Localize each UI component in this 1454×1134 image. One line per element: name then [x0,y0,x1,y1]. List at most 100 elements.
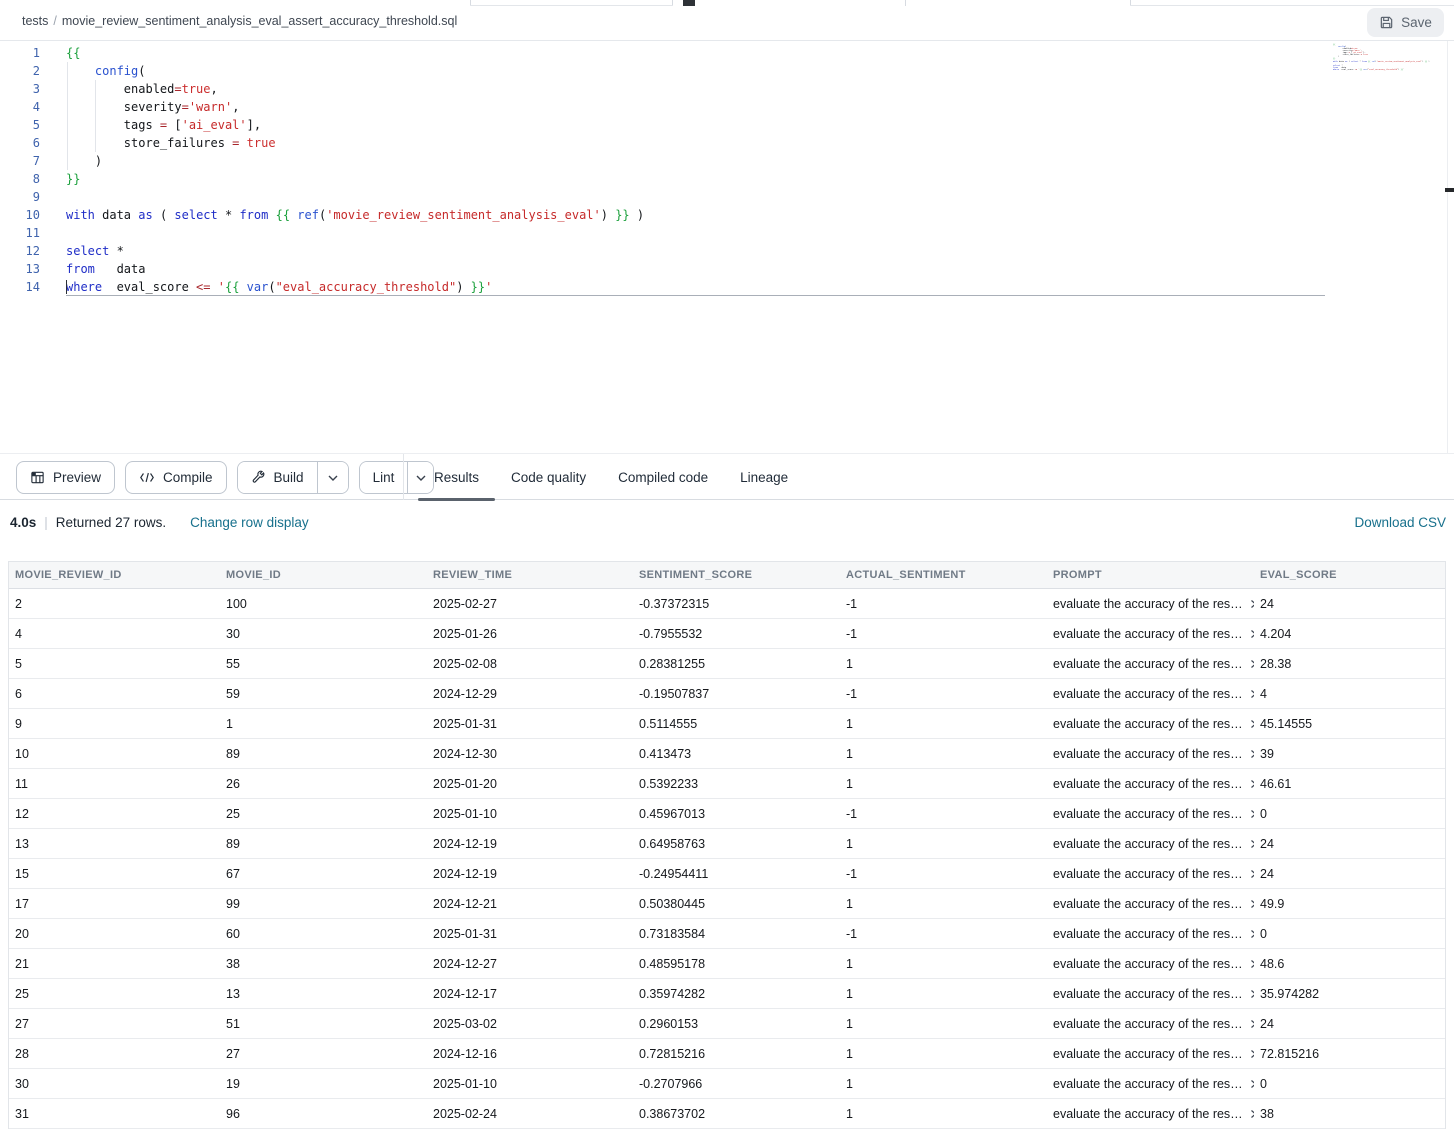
table-row[interactable]: 31962025-02-240.386737021evaluate the ac… [9,1099,1445,1129]
tab-lineage[interactable]: Lineage [724,454,804,500]
cell-movie-review-id: 12 [9,807,220,821]
tab-compiled-code[interactable]: Compiled code [602,454,724,500]
code-line-5[interactable]: tags = ['ai_eval'], [66,116,1325,134]
table-row[interactable]: 21382024-12-270.485951781evaluate the ac… [9,949,1445,979]
code-token: data [1338,61,1345,63]
code-area[interactable]: {{ config( enabled=true, severity='warn'… [66,44,1325,296]
change-row-display-link[interactable]: Change row display [190,515,309,530]
table-row[interactable]: 15672024-12-19-0.24954411-1evaluate the … [9,859,1445,889]
cell-prompt: evaluate the accuracy of the res… [1047,657,1254,671]
cell-actual-sentiment: 1 [840,777,1047,791]
table-row[interactable]: 30192025-01-10-0.27079661evaluate the ac… [9,1069,1445,1099]
code-token: true [182,82,211,96]
column-header-eval-score[interactable]: EVAL_SCORE [1254,569,1445,581]
cell-eval-score: 24 [1254,1017,1445,1031]
table-row[interactable]: 10892024-12-300.4134731evaluate the accu… [9,739,1445,769]
table-row[interactable]: 912025-01-310.51145551evaluate the accur… [9,709,1445,739]
code-token: }} [615,208,629,222]
build-dropdown-toggle[interactable] [317,462,348,493]
cell-actual-sentiment: -1 [840,687,1047,701]
lint-button[interactable]: Lint [360,462,408,493]
scrollbar-marker[interactable] [1445,188,1454,192]
cell-prompt: evaluate the accuracy of the res… [1047,1047,1254,1061]
code-brackets-icon [139,471,155,484]
table-row[interactable]: 6592024-12-29-0.19507837-1evaluate the a… [9,679,1445,709]
code-line-2[interactable]: config( [66,62,1325,80]
table-row[interactable]: 17992024-12-210.503804451evaluate the ac… [9,889,1445,919]
status-separator: | [36,515,56,530]
results-table: MOVIE_REVIEW_ID MOVIE_ID REVIEW_TIME SEN… [8,561,1446,1129]
cell-eval-score: 48.6 [1254,957,1445,971]
sql-code-editor[interactable]: 1234567891011121314 {{ config( enabled=t… [0,41,1454,453]
column-header-review-time[interactable]: REVIEW_TIME [427,569,633,581]
save-button[interactable]: Save [1367,8,1444,37]
cell-eval-score: 0 [1254,807,1445,821]
cell-actual-sentiment: 1 [840,837,1047,851]
column-header-movie-id[interactable]: MOVIE_ID [220,569,427,581]
table-row[interactable]: 13892024-12-190.649587631evaluate the ac… [9,829,1445,859]
code-token [211,280,218,294]
code-token: 'warn' [189,100,232,114]
minimap-line: where eval_score <= '{{ var("eval_accura… [1333,70,1445,72]
table-row[interactable]: 21002025-02-27-0.37372315-1evaluate the … [9,589,1445,619]
cell-actual-sentiment: 1 [840,717,1047,731]
column-header-sentiment-score[interactable]: SENTIMENT_SCORE [633,569,840,581]
column-header-movie-review-id[interactable]: MOVIE_REVIEW_ID [9,569,220,581]
code-line-7[interactable]: ) [66,152,1325,170]
code-line-3[interactable]: enabled=true, [66,80,1325,98]
code-token: ' [1403,69,1404,71]
compile-label: Compile [163,470,213,485]
cell-actual-sentiment: 1 [840,957,1047,971]
code-token: * [218,208,240,222]
table-row[interactable]: 20602025-01-310.73183584-1evaluate the a… [9,919,1445,949]
indent-guide [67,62,68,170]
cell-eval-score: 0 [1254,1077,1445,1091]
cell-review-time: 2024-12-27 [427,957,633,971]
code-line-12[interactable]: select * [66,242,1325,260]
minimap[interactable]: {{ config( enabled=true, severity='warn'… [1333,45,1445,72]
table-row[interactable]: 25132024-12-170.359742821evaluate the ac… [9,979,1445,1009]
code-line-13[interactable]: from data [66,260,1325,278]
cell-actual-sentiment: -1 [840,867,1047,881]
code-line-8[interactable]: }} [66,170,1325,188]
code-token: ' [485,280,492,294]
column-header-prompt[interactable]: PROMPT [1047,569,1254,581]
cell-sentiment-score: -0.37372315 [633,597,840,611]
breadcrumb-folder[interactable]: tests [22,14,48,28]
code-line-6[interactable]: store_failures = true [66,134,1325,152]
code-line-4[interactable]: severity='warn', [66,98,1325,116]
table-row[interactable]: 11262025-01-200.53922331evaluate the acc… [9,769,1445,799]
cell-actual-sentiment: 1 [840,1077,1047,1091]
cell-movie-review-id: 10 [9,747,220,761]
code-line-1[interactable]: {{ [66,44,1325,62]
table-row[interactable]: 28272024-12-160.728152161evaluate the ac… [9,1039,1445,1069]
table-row[interactable]: 5552025-02-080.283812551evaluate the acc… [9,649,1445,679]
tab-results[interactable]: Results [418,454,495,500]
editor-right-border [1447,41,1448,453]
cell-movie-review-id: 4 [9,627,220,641]
cell-movie-id: 27 [220,1047,427,1061]
build-button[interactable]: Build [238,462,317,493]
column-header-actual-sentiment[interactable]: ACTUAL_SENTIMENT [840,569,1047,581]
code-token: tags [66,118,160,132]
preview-button[interactable]: Preview [16,461,115,494]
code-token: ) [1427,61,1429,63]
download-csv-link[interactable]: Download CSV [1354,515,1446,530]
line-number: 1 [0,44,40,62]
line-number: 5 [0,116,40,134]
prompt-text: evaluate the accuracy of the res… [1053,1107,1243,1121]
code-line-14[interactable]: where eval_score <= '{{ var("eval_accura… [66,278,1325,296]
build-label: Build [274,470,304,485]
code-line-9[interactable] [66,188,1325,206]
cell-prompt: evaluate the accuracy of the res… [1047,867,1254,881]
compile-button[interactable]: Compile [125,461,227,494]
tab-code-quality[interactable]: Code quality [495,454,602,500]
table-row[interactable]: 12252025-01-100.45967013-1evaluate the a… [9,799,1445,829]
table-row[interactable]: 27512025-03-020.29601531evaluate the acc… [9,1009,1445,1039]
cell-eval-score: 4 [1254,687,1445,701]
code-line-10[interactable]: with data as ( select * from {{ ref('mov… [66,206,1325,224]
code-line-11[interactable] [66,224,1325,242]
cell-actual-sentiment: 1 [840,897,1047,911]
table-row[interactable]: 4302025-01-26-0.7955532-1evaluate the ac… [9,619,1445,649]
code-token: store_failures [66,136,232,150]
